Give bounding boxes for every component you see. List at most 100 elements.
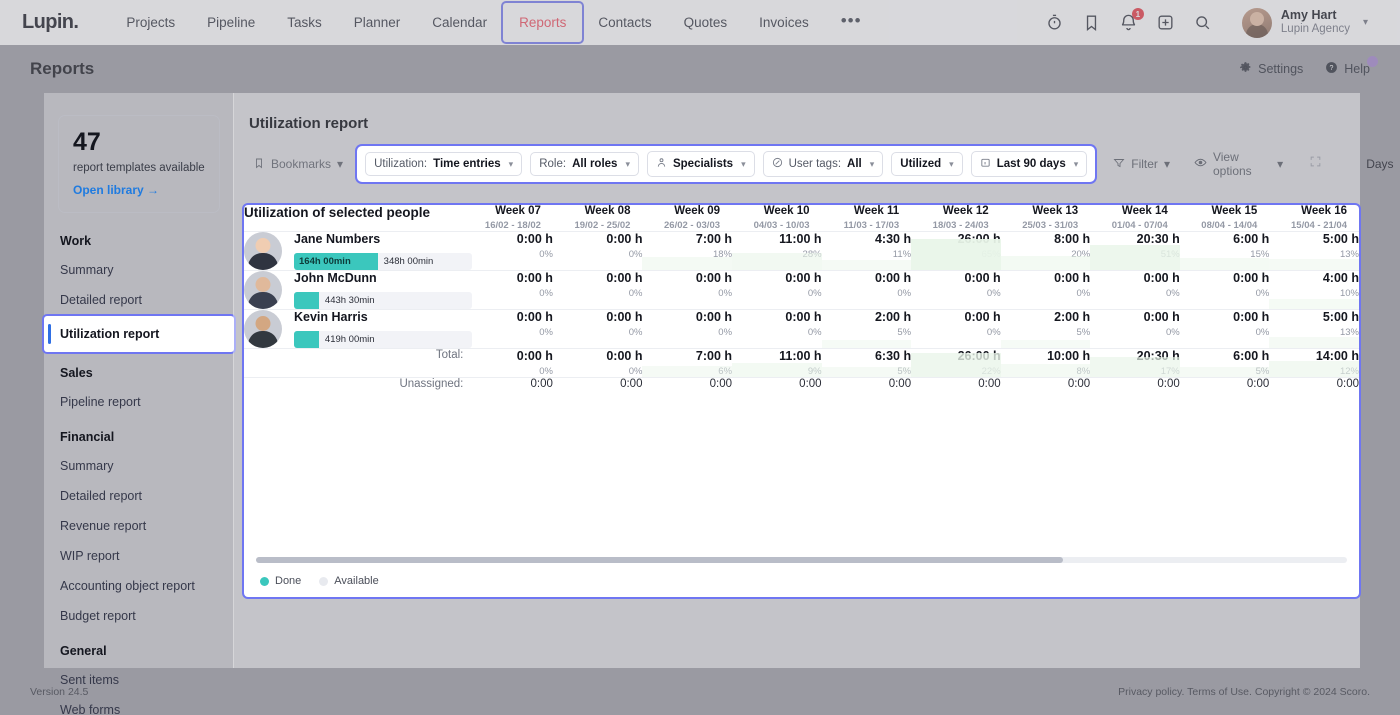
nav-item-reports[interactable]: Reports	[503, 3, 582, 42]
settings-link[interactable]: Settings	[1239, 61, 1303, 77]
table-row[interactable]: Jane Numbers164h 00min348h 00min0:00 h0%…	[244, 232, 1359, 271]
utilization-cell[interactable]: 2:00 h5%	[1001, 310, 1091, 349]
utilization-cell[interactable]: 0:00 h0%	[911, 310, 1001, 349]
add-plus-icon[interactable]	[1156, 13, 1175, 32]
utilization-cell[interactable]: 0:00 h0%	[553, 271, 643, 310]
filter-chip-all[interactable]: User tags:All▾	[763, 151, 884, 177]
utilization-cell[interactable]: 20:30 h51%	[1090, 232, 1180, 271]
filter-chip-specialists[interactable]: Specialists▾	[647, 151, 755, 177]
sidebar-item-label: WIP report	[60, 549, 120, 563]
utilization-cell[interactable]: 0:00 h0%	[732, 271, 822, 310]
utilization-cell[interactable]: 0:00 h0%	[1001, 271, 1091, 310]
bookmark-icon[interactable]	[1082, 13, 1101, 32]
cell-heat-bar	[642, 366, 732, 377]
nav-item-planner[interactable]: Planner	[338, 9, 417, 36]
sidebar-item-utilization-report[interactable]: Utilization report	[44, 316, 234, 352]
sidebar-item-summary[interactable]: Summary	[44, 451, 234, 481]
table-row[interactable]: Kevin Harris419h 00min0:00 h0%0:00 h0%0:…	[244, 310, 1359, 349]
cell-heat-bar	[822, 340, 912, 348]
cell-hours: 10:00 h	[1001, 349, 1091, 363]
utilization-cell[interactable]: 6:00 h15%	[1180, 232, 1270, 271]
utilization-cell[interactable]: 0:00 h0%	[1180, 310, 1270, 349]
view-options-button[interactable]: View options ▾	[1182, 144, 1295, 184]
sidebar-item-wip-report[interactable]: WIP report	[44, 541, 234, 571]
nav-item-quotes[interactable]: Quotes	[668, 9, 744, 36]
utilization-cell[interactable]: 0:00 h0%	[1180, 271, 1270, 310]
column-week-label: Week 16	[1269, 205, 1359, 217]
utilization-cell[interactable]: 4:00 h10%	[1269, 271, 1359, 310]
filter-chip-utilized[interactable]: Utilized▾	[891, 152, 962, 176]
utilization-cell[interactable]: 0:00 h0%	[553, 232, 643, 271]
scrollbar-track[interactable]	[256, 557, 1347, 563]
utilization-cell[interactable]: 4:30 h11%	[822, 232, 912, 271]
cell-hours: 8:00 h	[1001, 232, 1091, 246]
legal-links[interactable]: Privacy policy. Terms of Use. Copyright …	[1118, 686, 1370, 698]
totals-cell: 7:00 h6%	[642, 349, 732, 378]
table-row[interactable]: John McDunn443h 30min0:00 h0%0:00 h0%0:0…	[244, 271, 1359, 310]
utilization-cell[interactable]: 0:00 h0%	[642, 271, 732, 310]
utilization-cell[interactable]: 0:00 h0%	[642, 310, 732, 349]
sidebar-item-budget-report[interactable]: Budget report	[44, 601, 234, 631]
utilization-cell[interactable]: 11:00 h28%	[732, 232, 822, 271]
unassigned-cell: 0:00	[1269, 378, 1359, 391]
cell-heat-bar	[1001, 364, 1091, 377]
sidebar-item-label: Summary	[60, 459, 113, 473]
nav-item-pipeline[interactable]: Pipeline	[191, 9, 271, 36]
utilization-cell[interactable]: 8:00 h20%	[1001, 232, 1091, 271]
utilization-cell[interactable]: 0:00 h0%	[911, 271, 1001, 310]
filter-button[interactable]: Filter ▾	[1101, 151, 1182, 178]
sidebar-group-sales: Sales	[44, 353, 234, 387]
utilization-cell[interactable]: 26:00 h65%	[911, 232, 1001, 271]
column-header-week: Week 1508/04 - 14/04	[1180, 205, 1270, 232]
utilization-cell[interactable]: 2:00 h5%	[822, 310, 912, 349]
filter-chip-last-90-days[interactable]: Last 90 days▾	[971, 151, 1088, 177]
utilization-cell[interactable]: 0:00 h0%	[732, 310, 822, 349]
help-link[interactable]: ? Help	[1325, 61, 1370, 77]
sidebar-item-accounting-object-report[interactable]: Accounting object report	[44, 571, 234, 601]
nav-item-projects[interactable]: Projects	[110, 9, 191, 36]
nav-item-contacts[interactable]: Contacts	[582, 9, 667, 36]
utilization-cell[interactable]: 5:00 h13%	[1269, 232, 1359, 271]
utilization-cell[interactable]: 0:00 h0%	[553, 310, 643, 349]
nav-more-icon[interactable]: •••	[825, 9, 878, 37]
utilization-cell[interactable]: 0:00 h0%	[822, 271, 912, 310]
sidebar-group-work: Work	[44, 221, 234, 255]
utilization-cell[interactable]: 0:00 h0%	[463, 232, 553, 271]
avatar	[244, 310, 282, 348]
search-icon[interactable]	[1193, 13, 1212, 32]
utilization-cell[interactable]: 0:00 h0%	[463, 310, 553, 349]
segment-days[interactable]: Days	[1350, 149, 1400, 179]
utilization-cell[interactable]: 0:00 h0%	[1090, 271, 1180, 310]
bookmarks-dropdown[interactable]: Bookmarks ▾	[241, 157, 355, 172]
open-library-link[interactable]: Open library →	[73, 183, 205, 197]
sidebar-item-pipeline-report[interactable]: Pipeline report	[44, 387, 234, 417]
expand-icon[interactable]	[1295, 149, 1336, 179]
utilization-cell[interactable]: 5:00 h13%	[1269, 310, 1359, 349]
cell-heat-bar	[732, 363, 822, 377]
sidebar-item-revenue-report[interactable]: Revenue report	[44, 511, 234, 541]
column-date-range: 16/02 - 18/02	[463, 220, 553, 231]
app-logo[interactable]: Lupin.	[22, 11, 78, 34]
filter-chip-all-roles[interactable]: Role:All roles▾	[530, 152, 639, 176]
nav-item-calendar[interactable]: Calendar	[416, 9, 503, 36]
unassigned-cell: 0:00	[1180, 378, 1270, 391]
cell-percent: 0%	[1001, 288, 1091, 299]
filter-chip-time-entries[interactable]: Utilization:Time entries▾	[365, 152, 522, 176]
nav-item-invoices[interactable]: Invoices	[743, 9, 825, 36]
horizontal-scrollbar[interactable]	[256, 557, 1347, 563]
column-week-label: Week 07	[463, 205, 553, 217]
sidebar-item-summary[interactable]: Summary	[44, 255, 234, 285]
timer-icon[interactable]	[1045, 13, 1064, 32]
nav-item-tasks[interactable]: Tasks	[271, 9, 338, 36]
utilization-cell[interactable]: 0:00 h0%	[1090, 310, 1180, 349]
utilization-cell[interactable]: 0:00 h0%	[463, 271, 553, 310]
notification-bell-icon[interactable]: 1	[1119, 13, 1138, 32]
column-date-range: 25/03 - 31/03	[1001, 220, 1091, 231]
user-account-menu[interactable]: Amy Hart Lupin Agency ▾	[1238, 4, 1378, 42]
sidebar-item-detailed-report[interactable]: Detailed report	[44, 285, 234, 315]
column-week-label: Week 10	[732, 205, 822, 217]
cell-hours: 0:00 h	[822, 271, 912, 285]
sidebar-item-detailed-report[interactable]: Detailed report	[44, 481, 234, 511]
scrollbar-thumb[interactable]	[256, 557, 1063, 563]
utilization-cell[interactable]: 7:00 h18%	[642, 232, 732, 271]
